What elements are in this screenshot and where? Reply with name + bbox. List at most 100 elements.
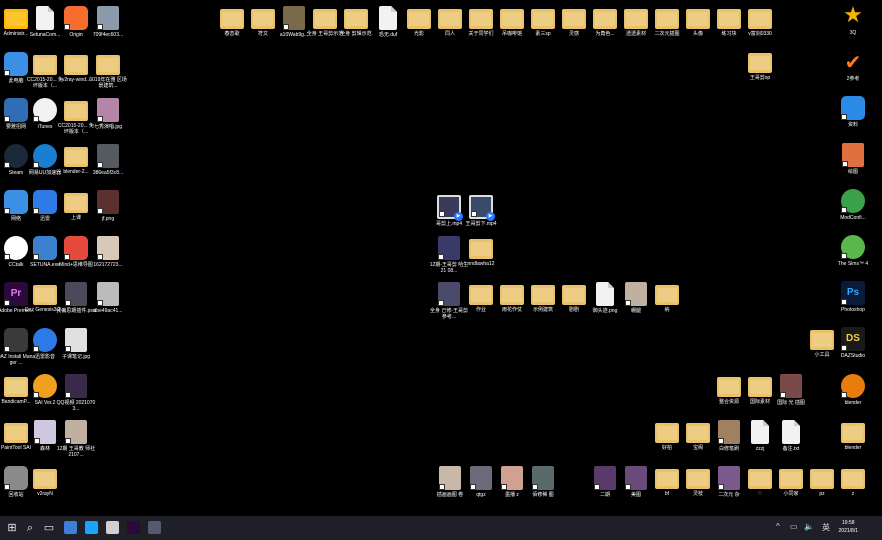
desktop-icon-right[interactable]: 3Q xyxy=(833,2,873,36)
folder-icon xyxy=(344,9,368,29)
desktop-icon-left[interactable]: v2rayN xyxy=(25,466,65,497)
desktop-icon-label: 6019年在雅 区场景建筑... xyxy=(89,77,127,89)
taskbar: ⊞ ⌕ ▭ ^ ▭ 🔈 英 19:58 2021/8/1 xyxy=(0,516,882,540)
desktop-icon-label: 备注.txt xyxy=(782,446,800,452)
thumb-icon xyxy=(65,420,87,444)
desktop-icon-label: 国际 光 插图 xyxy=(777,400,805,406)
round-icon xyxy=(33,144,57,168)
thumb-icon xyxy=(97,236,119,260)
settings-app-icon[interactable] xyxy=(148,521,161,534)
desktop-icon-right[interactable]: DAZStudio xyxy=(833,327,873,359)
thumb-icon xyxy=(97,282,119,306)
desktop-icon-left[interactable]: QQ视频 20210703... xyxy=(56,374,96,412)
desktop-icon-middle[interactable]: 王哥剪下.mp4 xyxy=(461,195,501,227)
thumb-icon xyxy=(439,466,461,490)
folder-icon xyxy=(531,9,555,29)
desktop-icon-bottom[interactable]: z xyxy=(833,466,873,497)
desktop-icon-left[interactable]: 709f4ec603... xyxy=(88,6,128,38)
desktop-icon-label: 绘图 xyxy=(847,169,858,175)
desktop-icon-top[interactable]: v富剑0330 xyxy=(740,6,780,37)
desktop-icon-right[interactable]: The Sims™ 4 xyxy=(833,235,873,267)
desktop-icon-left[interactable]: abe49ac41... xyxy=(88,282,128,314)
desktop-icon-right[interactable]: 2参考 xyxy=(833,50,873,82)
desktop-icon-cluster[interactable]: 国际 光 插图 xyxy=(771,374,811,406)
desktop-icon-right[interactable]: blender xyxy=(833,420,873,451)
desktop: Administr... SetunaCom... Origin 709f4ec603… xyxy=(0,0,882,516)
folder-icon xyxy=(562,9,586,29)
desktop-icon-label: abe49ac41... xyxy=(93,308,123,314)
desktop-icon-middle[interactable]: 纳 xyxy=(647,282,687,313)
windows-logo-icon[interactable]: ⊞ xyxy=(4,519,20,537)
folder-icon xyxy=(717,377,741,397)
desktop-icon-right[interactable]: 资料 xyxy=(833,96,873,128)
folder-icon xyxy=(686,9,710,29)
doc-icon xyxy=(36,6,54,30)
desktop-icon-right[interactable]: 绘图 xyxy=(833,143,873,175)
task-view-icon[interactable]: ▭ xyxy=(41,519,57,537)
folder-icon xyxy=(64,193,88,213)
clock-time: 19:58 xyxy=(842,520,855,526)
desktop-icon-left[interactable]: 6019年在雅 区场景建筑... xyxy=(88,52,128,89)
ime-indicator[interactable]: 英 xyxy=(822,522,830,533)
round-icon xyxy=(33,328,57,352)
desktop-icon-right[interactable]: blender xyxy=(833,374,873,406)
desktop-icon-label: 2参考 xyxy=(846,76,860,82)
doc-icon xyxy=(751,420,769,444)
thumb-icon xyxy=(625,282,647,306)
desktop-icon-middle[interactable]: nndlawha12 xyxy=(461,236,501,267)
desktop-icon-label: 3Q xyxy=(849,30,857,36)
premiere-app-icon[interactable] xyxy=(127,521,140,534)
folder-icon xyxy=(779,469,803,489)
round-icon xyxy=(841,189,865,213)
network-icon[interactable]: ▭ xyxy=(790,522,798,531)
folder-icon xyxy=(686,423,710,443)
desktop-icon-label: Photoshop xyxy=(841,307,865,313)
desktop-icon-label: nndlawha12 xyxy=(467,261,495,267)
folder-icon xyxy=(655,423,679,443)
app-icon xyxy=(841,96,865,120)
desktop-icon-left[interactable]: 子课笔记.jpg xyxy=(56,328,96,360)
folder-icon xyxy=(96,55,120,75)
desktop-icon-label: 386ea5f3c8... xyxy=(92,170,124,176)
app-icon xyxy=(64,6,88,30)
thumb-icon xyxy=(97,144,119,168)
desktop-icon-label: v2rayN xyxy=(37,491,53,497)
doc-icon xyxy=(782,420,800,444)
desktop-icon-label: v富剑0330 xyxy=(748,31,772,37)
desktop-icon-cluster[interactable]: 备注.txt xyxy=(771,420,811,452)
desktop-icon-left[interactable]: 12期 王哥教 师社 2107... xyxy=(56,420,96,458)
folder-icon xyxy=(438,9,462,29)
folder-icon xyxy=(64,101,88,121)
thumb-icon xyxy=(718,420,740,444)
ps-icon xyxy=(841,281,865,305)
search-icon[interactable]: ⌕ xyxy=(22,519,38,537)
folder-icon xyxy=(531,285,555,305)
thumb-icon xyxy=(34,420,56,444)
folder-icon xyxy=(33,55,57,75)
desktop-icon-left[interactable]: jf.png xyxy=(88,190,128,222)
folder-icon xyxy=(251,9,275,29)
paint-app-icon[interactable] xyxy=(106,521,119,534)
folder-icon xyxy=(500,285,524,305)
thumb-icon xyxy=(283,6,305,30)
desktop-icon-left[interactable]: 七秀演唱.jpg xyxy=(88,98,128,130)
thumb-icon xyxy=(438,282,460,306)
qq-app-icon[interactable] xyxy=(85,521,98,534)
thumb-icon xyxy=(594,466,616,490)
desktop-icon-top[interactable]: 王哥剪sp xyxy=(740,50,780,81)
desktop-icon-label: z xyxy=(851,491,855,497)
desktop-icon-right[interactable]: Photoshop xyxy=(833,281,873,313)
desktop-icon-left[interactable]: 162172723... xyxy=(88,236,128,268)
thumb-icon xyxy=(438,236,460,260)
desktop-icon-bottom[interactable]: 佰修稀 图 xyxy=(523,466,563,498)
desktop-icon-right[interactable]: ModConfi... xyxy=(833,189,873,221)
folder-icon xyxy=(748,9,772,29)
volume-icon[interactable]: 🔈 xyxy=(804,522,814,531)
tray-chevron-icon[interactable]: ^ xyxy=(776,522,780,531)
desktop-icon-left[interactable]: 386ea5f3c8... xyxy=(88,144,128,176)
desktop-icon-label: ModConfi... xyxy=(840,215,866,221)
folder-icon xyxy=(686,469,710,489)
explorer-app-icon[interactable] xyxy=(64,521,77,534)
folder-icon xyxy=(64,55,88,75)
taskbar-clock[interactable]: 19:58 2021/8/1 xyxy=(839,519,858,535)
